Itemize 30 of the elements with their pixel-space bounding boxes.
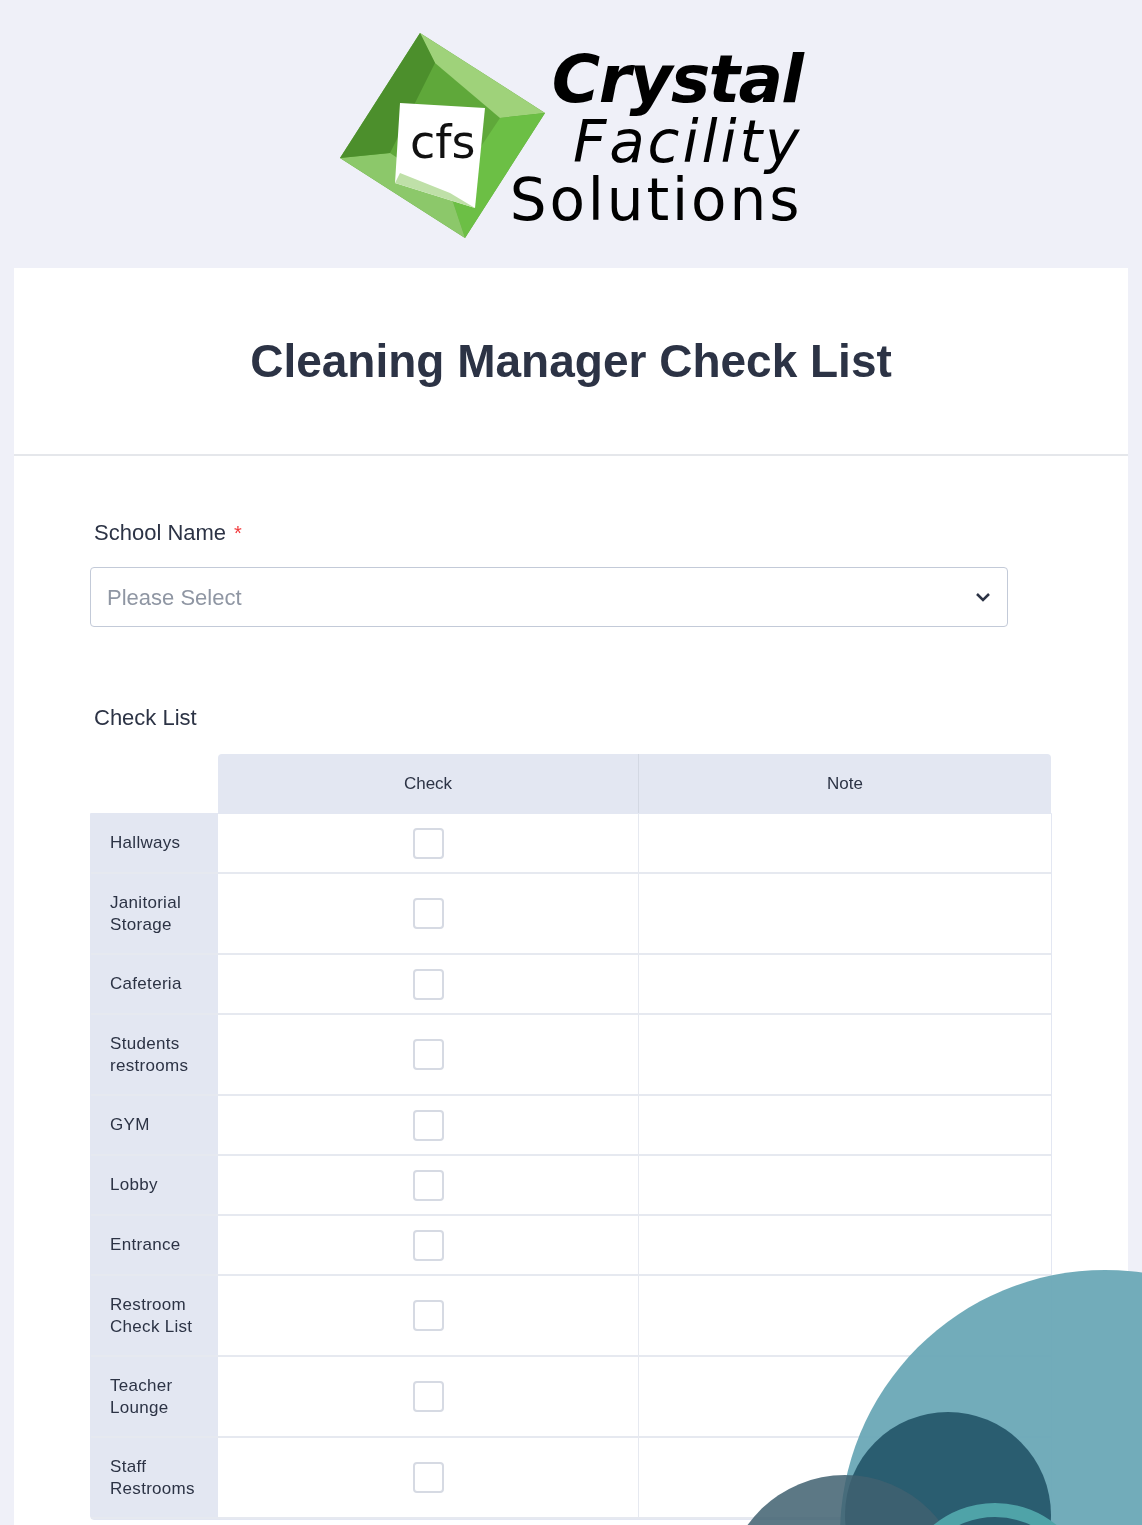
row-label: Janitorial Storage [91,874,218,953]
checkbox[interactable] [412,968,444,1000]
checkbox[interactable] [412,1300,444,1331]
row-label: Teacher Lounge [91,1357,218,1436]
column-header: Check [218,754,639,813]
checkbox[interactable] [412,1039,444,1070]
checkbox[interactable] [412,898,444,929]
form-title: Cleaning Manager Check List [250,333,892,389]
chevron-down-icon [975,592,991,602]
select-placeholder: Please Select [107,583,242,612]
row-label: Hallways [91,814,218,872]
checkbox[interactable] [412,1109,444,1141]
row-label: Restroom Check List [91,1276,218,1355]
row-label: Students restrooms [91,1015,218,1094]
row-label: Entrance [91,1216,218,1274]
column-header: Note [639,754,1051,813]
checkbox[interactable] [412,1381,444,1412]
row-label: Cafeteria [91,955,218,1013]
checkbox[interactable] [412,1462,444,1493]
section-label: Check List [94,704,198,732]
logo-monogram: cfs [409,115,476,169]
required-mark: * [234,520,242,546]
checkbox[interactable] [412,1169,444,1201]
row-label: Staff Restrooms [91,1438,218,1517]
checkbox[interactable] [412,1229,444,1261]
row-label: Lobby [91,1156,218,1214]
school-select-field[interactable]: Please Select [90,567,1008,627]
field-label: School Name [94,519,227,547]
row-label: GYM [91,1096,218,1154]
checkbox[interactable] [412,827,444,859]
